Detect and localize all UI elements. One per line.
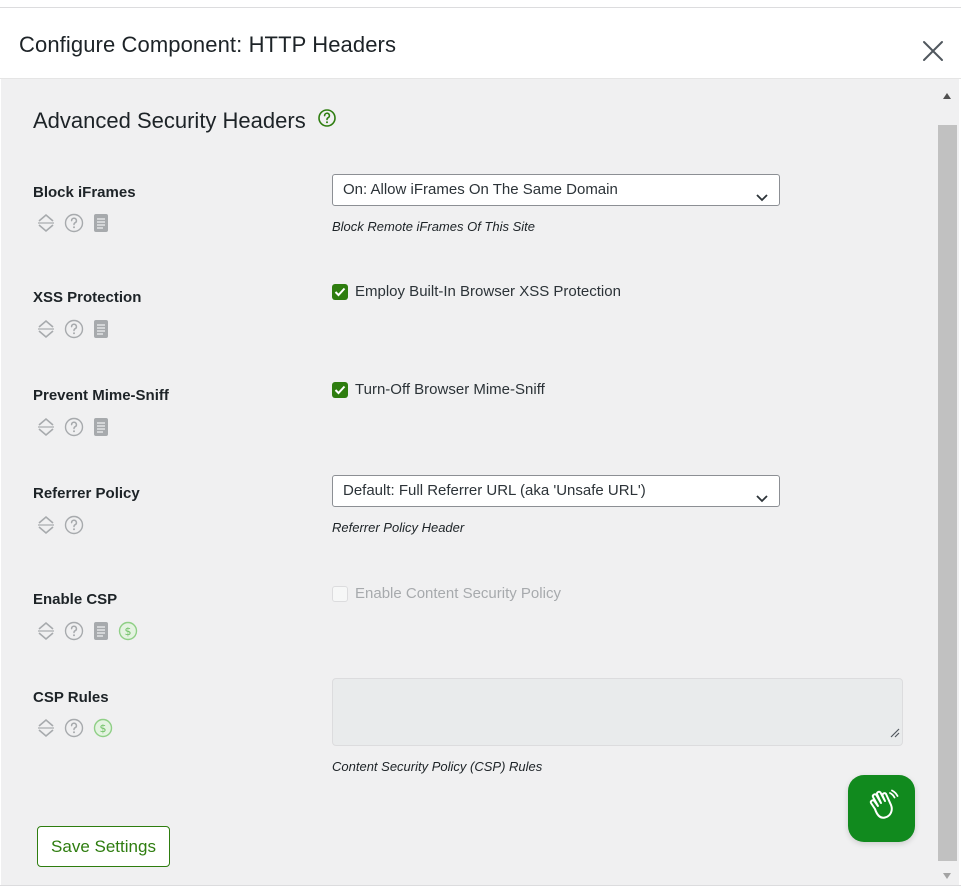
close-icon bbox=[918, 41, 948, 70]
row-label-referrer-policy: Referrer Policy bbox=[33, 485, 140, 502]
csp-rules-description: Content Security Policy (CSP) Rules bbox=[332, 759, 543, 774]
xss-protection-option[interactable]: Employ Built-In Browser XSS Protection bbox=[332, 283, 621, 300]
waving-hand-icon bbox=[863, 787, 901, 830]
row-icons-xss-protection bbox=[37, 318, 118, 340]
mime-sniff-checkbox[interactable] bbox=[332, 381, 348, 398]
mime-sniff-option[interactable]: Turn-Off Browser Mime-Sniff bbox=[332, 381, 545, 398]
sort-icon[interactable] bbox=[37, 417, 55, 437]
save-settings-button[interactable]: Save Settings bbox=[37, 826, 170, 867]
scroll-up-arrow-icon[interactable] bbox=[942, 87, 952, 105]
block-iframes-value: On: Allow iFrames On The Same Domain bbox=[343, 181, 618, 198]
sort-icon[interactable] bbox=[37, 213, 55, 233]
row-label-prevent-mime-sniff: Prevent Mime-Sniff bbox=[33, 387, 169, 404]
csp-rules-textarea bbox=[332, 678, 903, 746]
scroll-down-arrow-icon[interactable] bbox=[942, 867, 952, 885]
row-icons-enable-csp: $ bbox=[37, 620, 147, 642]
xss-protection-checkbox-label: Employ Built-In Browser XSS Protection bbox=[355, 283, 621, 300]
scrollbar-thumb[interactable] bbox=[938, 125, 957, 861]
block-iframes-select[interactable]: On: Allow iFrames On The Same Domain bbox=[332, 174, 780, 206]
enable-csp-checkbox bbox=[332, 585, 348, 602]
help-icon[interactable] bbox=[64, 213, 84, 233]
row-icons-prevent-mime-sniff bbox=[37, 416, 118, 438]
xss-protection-checkbox[interactable] bbox=[332, 283, 348, 300]
mime-sniff-checkbox-label: Turn-Off Browser Mime-Sniff bbox=[355, 381, 545, 398]
chevron-down-icon bbox=[755, 184, 769, 214]
enable-csp-option: Enable Content Security Policy bbox=[332, 585, 561, 602]
premium-dollar-icon[interactable]: $ bbox=[118, 621, 138, 641]
premium-dollar-icon[interactable]: $ bbox=[93, 718, 113, 738]
referrer-policy-description: Referrer Policy Header bbox=[332, 520, 465, 535]
row-icons-block-iframes bbox=[37, 212, 118, 234]
row-label-block-iframes: Block iFrames bbox=[33, 184, 136, 201]
chat-widget-button[interactable] bbox=[848, 775, 915, 842]
help-icon[interactable] bbox=[64, 718, 84, 738]
row-label-enable-csp: Enable CSP bbox=[33, 591, 118, 608]
row-icons-referrer-policy bbox=[37, 514, 93, 536]
help-circle-icon[interactable] bbox=[317, 108, 337, 133]
block-iframes-description: Block Remote iFrames Of This Site bbox=[332, 219, 535, 234]
help-icon[interactable] bbox=[64, 515, 84, 535]
document-icon[interactable] bbox=[93, 213, 109, 233]
row-label-csp-rules: CSP Rules bbox=[33, 689, 109, 706]
row-icons-csp-rules: $ bbox=[37, 717, 122, 739]
document-icon[interactable] bbox=[93, 417, 109, 437]
help-icon[interactable] bbox=[64, 417, 84, 437]
sort-icon[interactable] bbox=[37, 718, 55, 738]
close-button[interactable] bbox=[918, 36, 948, 66]
modal-header: Configure Component: HTTP Headers bbox=[0, 8, 961, 79]
row-label-xss-protection: XSS Protection bbox=[33, 289, 142, 306]
scrollbar[interactable] bbox=[935, 79, 959, 885]
modal-content: Advanced Security Headers Block iFrames … bbox=[1, 79, 935, 885]
document-icon[interactable] bbox=[93, 319, 109, 339]
section-title: Advanced Security Headers bbox=[33, 108, 306, 133]
help-icon[interactable] bbox=[64, 319, 84, 339]
referrer-policy-select[interactable]: Default: Full Referrer URL (aka 'Unsafe … bbox=[332, 475, 780, 507]
modal-title: Configure Component: HTTP Headers bbox=[19, 32, 397, 57]
bottom-divider bbox=[0, 885, 961, 891]
help-icon[interactable] bbox=[64, 621, 84, 641]
document-icon[interactable] bbox=[93, 621, 109, 641]
sort-icon[interactable] bbox=[37, 319, 55, 339]
svg-text:$: $ bbox=[100, 722, 107, 735]
referrer-policy-value: Default: Full Referrer URL (aka 'Unsafe … bbox=[343, 482, 646, 499]
sort-icon[interactable] bbox=[37, 515, 55, 535]
sort-icon[interactable] bbox=[37, 621, 55, 641]
chevron-down-icon bbox=[755, 485, 769, 515]
svg-text:$: $ bbox=[125, 625, 132, 638]
enable-csp-checkbox-label: Enable Content Security Policy bbox=[355, 585, 561, 602]
resize-handle-icon bbox=[888, 725, 900, 743]
